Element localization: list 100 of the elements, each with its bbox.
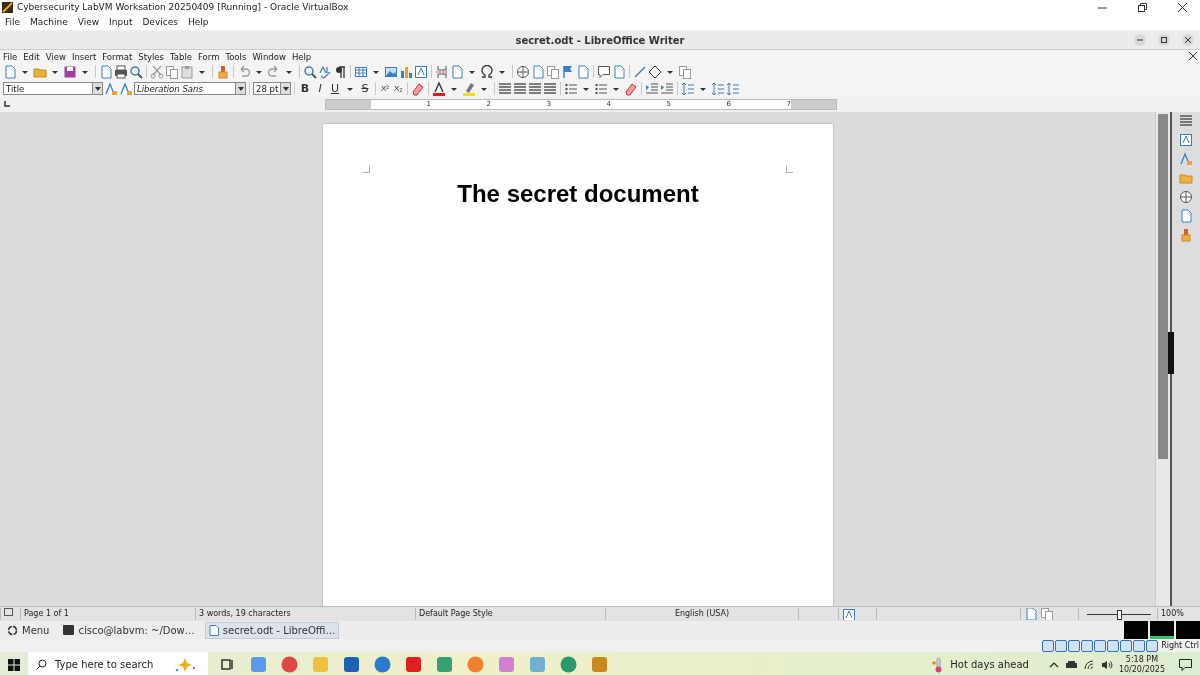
paragraph-style-field[interactable]: Title xyxy=(3,82,103,95)
menu-item[interactable]: Help xyxy=(288,51,315,62)
windows-logo-icon[interactable] xyxy=(8,658,20,671)
chevron-up-icon[interactable] xyxy=(1048,660,1059,669)
weather-text[interactable]: Hot days ahead xyxy=(950,659,1029,670)
dropdown-arrow-icon[interactable] xyxy=(282,86,289,91)
script-button[interactable]: X₂ xyxy=(392,84,405,93)
style-icon[interactable] xyxy=(119,81,133,96)
device-status-icon[interactable] xyxy=(1042,639,1055,652)
maximize-icon[interactable] xyxy=(1161,37,1167,43)
brush-icon[interactable] xyxy=(216,64,230,79)
text-box-icon[interactable] xyxy=(1179,133,1193,147)
menu-ring-icon[interactable] xyxy=(7,624,18,636)
menu-item[interactable]: Styles xyxy=(135,51,167,62)
menu-item[interactable]: Edit xyxy=(20,51,43,62)
globe-icon[interactable] xyxy=(1179,190,1193,204)
italic-button[interactable]: I xyxy=(313,82,327,95)
menu-item[interactable]: Table xyxy=(167,51,195,62)
line-icon[interactable] xyxy=(633,64,647,79)
strike-button[interactable]: S xyxy=(358,82,372,95)
highlighter-icon[interactable] xyxy=(462,81,477,96)
table-icon[interactable] xyxy=(354,64,368,79)
sparkle-icon[interactable] xyxy=(174,657,196,672)
device-status-icon[interactable] xyxy=(1133,639,1146,652)
menu-item[interactable]: File xyxy=(0,17,26,27)
menu-item[interactable]: Help xyxy=(182,17,214,27)
menu-item[interactable]: Form xyxy=(195,51,223,62)
comment-icon[interactable] xyxy=(597,64,611,79)
clock[interactable]: 5:18 PM 10/20/2025 xyxy=(1118,654,1165,675)
align-icon[interactable] xyxy=(513,81,528,96)
app-icon[interactable] xyxy=(590,655,609,674)
device-status-icon[interactable] xyxy=(1055,639,1068,652)
close-icon[interactable] xyxy=(1177,2,1187,12)
close-icon[interactable] xyxy=(1189,52,1197,60)
printer-icon[interactable] xyxy=(114,64,128,79)
app-icon[interactable] xyxy=(497,655,516,674)
align-icon[interactable] xyxy=(1179,114,1193,128)
text-box-icon[interactable] xyxy=(414,64,428,79)
device-status-icon[interactable] xyxy=(1146,639,1159,652)
style-icon[interactable] xyxy=(1179,152,1193,166)
network-icon[interactable] xyxy=(1064,659,1078,670)
device-status-icon[interactable] xyxy=(1120,639,1133,652)
align-icon[interactable] xyxy=(498,81,513,96)
app-icon[interactable] xyxy=(342,655,361,674)
copy-icon[interactable] xyxy=(1040,608,1054,620)
app-icon[interactable] xyxy=(559,655,578,674)
copy-icon[interactable] xyxy=(546,64,560,79)
menu-item[interactable]: View xyxy=(72,17,105,27)
menu-item[interactable]: Insert xyxy=(68,51,100,62)
device-status-icon[interactable] xyxy=(1068,639,1081,652)
dropdown-arrow-icon[interactable] xyxy=(94,86,101,91)
menu-item[interactable]: Tools xyxy=(222,51,250,62)
document-icon[interactable] xyxy=(1179,209,1193,223)
flag-icon[interactable] xyxy=(561,64,575,79)
clipboard-icon[interactable] xyxy=(180,64,194,79)
notification-icon[interactable] xyxy=(1179,658,1192,671)
device-status-icon[interactable] xyxy=(1107,639,1120,652)
wifi-icon[interactable] xyxy=(1083,659,1095,670)
menu-item[interactable]: File xyxy=(0,51,21,62)
spellcheck-icon[interactable] xyxy=(318,64,332,79)
menu-item[interactable]: Input xyxy=(104,17,138,27)
workspace-thumbnail[interactable] xyxy=(1176,621,1200,639)
search-icon[interactable] xyxy=(36,659,47,670)
sidebar-handle[interactable] xyxy=(1168,332,1174,374)
menu-item[interactable]: Format xyxy=(99,51,136,62)
style-icon[interactable] xyxy=(104,81,118,96)
document-icon[interactable] xyxy=(208,624,219,636)
font-name-field[interactable]: Liberation Sans xyxy=(134,82,246,95)
workspace-thumbnail[interactable] xyxy=(1124,621,1148,639)
menu-item[interactable]: View xyxy=(42,51,69,62)
dropdown-arrow-icon[interactable] xyxy=(237,86,244,91)
search-field[interactable]: Type here to search xyxy=(28,652,208,675)
app-icon[interactable] xyxy=(373,655,392,674)
app-icon[interactable] xyxy=(435,655,454,674)
pilcrow-icon[interactable] xyxy=(333,64,347,79)
menu-item[interactable]: Machine xyxy=(25,17,73,27)
menu-item[interactable]: Window xyxy=(249,51,289,62)
app-icon[interactable] xyxy=(466,655,485,674)
script-button[interactable]: X² xyxy=(379,84,391,93)
device-status-icon[interactable] xyxy=(1081,639,1094,652)
restore-icon[interactable] xyxy=(1137,2,1147,12)
document-icon[interactable] xyxy=(531,64,545,79)
magnifier-icon[interactable] xyxy=(129,64,143,79)
workspace-thumbnail[interactable] xyxy=(1150,621,1174,639)
menu-button[interactable]: Menu xyxy=(3,620,54,640)
image-icon[interactable] xyxy=(384,64,398,79)
minimize-icon[interactable] xyxy=(1137,37,1143,43)
taskbar-button[interactable]: secret.odt - LibreOffi… xyxy=(204,621,340,639)
menu-item[interactable]: Devices xyxy=(137,17,183,27)
diamond-icon[interactable] xyxy=(648,64,662,79)
device-status-icon[interactable] xyxy=(1094,639,1107,652)
app-icon[interactable] xyxy=(249,655,268,674)
omega-icon[interactable] xyxy=(480,64,494,79)
font-color-icon[interactable] xyxy=(432,81,447,96)
bold-button[interactable]: B xyxy=(298,82,312,95)
align-icon[interactable] xyxy=(528,81,543,96)
scissors-icon[interactable] xyxy=(150,64,164,79)
spacing-icon[interactable] xyxy=(726,81,741,96)
chart-icon[interactable] xyxy=(399,64,413,79)
brush-icon[interactable] xyxy=(1179,228,1193,242)
